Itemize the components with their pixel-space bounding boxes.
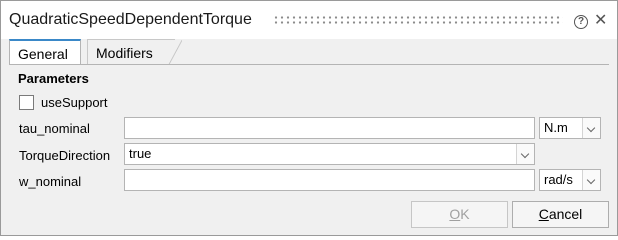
chevron-down-icon[interactable] <box>582 118 600 138</box>
parameters-heading: Parameters <box>18 71 89 86</box>
chevron-down-icon[interactable] <box>516 144 534 164</box>
ok-label-rest: K <box>460 206 470 222</box>
tab-modifiers[interactable]: Modifiers <box>87 39 182 66</box>
window-title: QuadraticSpeedDependentTorque <box>9 11 252 28</box>
tab-general[interactable]: General <box>9 39 81 65</box>
tau-nominal-unit-value: N.m <box>544 120 568 135</box>
torque-direction-label: TorqueDirection <box>19 148 111 163</box>
tau-nominal-unit-select[interactable]: N.m <box>539 117 601 139</box>
close-icon[interactable]: ✕ <box>594 12 607 30</box>
tab-bar: General Modifiers <box>9 39 609 66</box>
use-support-label: useSupport <box>41 95 108 110</box>
torque-direction-value: true <box>129 146 152 161</box>
chevron-down-icon[interactable] <box>582 170 600 190</box>
title-bar[interactable]: QuadraticSpeedDependentTorque ? ✕ <box>1 1 617 39</box>
w-nominal-unit-select[interactable]: rad/s <box>539 169 601 191</box>
torque-direction-combo[interactable]: true <box>124 143 535 165</box>
w-nominal-unit-value: rad/s <box>544 172 573 187</box>
cancel-label-rest: ancel <box>548 206 583 222</box>
use-support-checkbox[interactable] <box>19 95 34 110</box>
ok-button[interactable]: OK <box>411 201 508 228</box>
general-panel: Parameters useSupport tau_nominal N.m To… <box>9 64 609 196</box>
help-icon[interactable]: ? <box>574 15 588 29</box>
tau-nominal-input[interactable] <box>124 117 535 139</box>
w-nominal-input[interactable] <box>124 169 535 191</box>
cancel-mnemonic: C <box>538 206 549 222</box>
w-nominal-label: w_nominal <box>19 174 82 189</box>
cancel-button[interactable]: Cancel <box>512 201 609 228</box>
ok-mnemonic: O <box>449 206 461 222</box>
drag-grip-icon[interactable] <box>273 15 563 25</box>
tau-nominal-label: tau_nominal <box>19 121 90 136</box>
dialog-window: QuadraticSpeedDependentTorque ? ✕ Genera… <box>0 0 618 236</box>
